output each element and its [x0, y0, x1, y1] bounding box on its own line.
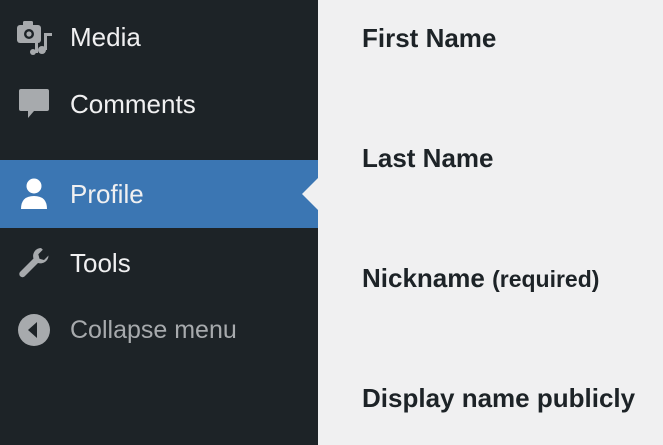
sidebar-item-label: Media	[70, 22, 141, 52]
sidebar-item-tools[interactable]: Tools	[0, 241, 318, 285]
wrench-icon	[14, 243, 54, 283]
sidebar-item-label: Tools	[70, 248, 131, 278]
collapse-menu-label: Collapse menu	[70, 316, 237, 344]
comment-bubble-icon	[14, 84, 54, 124]
user-icon	[14, 174, 54, 214]
sidebar-item-media[interactable]: Media	[0, 15, 318, 59]
admin-sidebar: Media Comments Profile Tools Collapse me…	[0, 0, 318, 445]
nickname-label-text: Nickname	[362, 263, 485, 293]
sidebar-item-label: Profile	[70, 179, 144, 209]
media-icon	[14, 17, 54, 57]
display-name-label: Display name publicly	[362, 383, 636, 413]
profile-page: Media Comments Profile Tools Collapse me…	[0, 0, 663, 445]
sidebar-item-comments[interactable]: Comments	[0, 82, 318, 126]
current-page-indicator	[302, 178, 318, 210]
collapse-menu-button[interactable]: Collapse menu	[0, 308, 318, 352]
first-name-label: First Name	[362, 23, 497, 53]
required-indicator: (required)	[492, 266, 600, 292]
sidebar-item-label: Comments	[70, 89, 196, 119]
sidebar-item-profile[interactable]: Profile	[0, 160, 318, 228]
last-name-label: Last Name	[362, 143, 494, 173]
nickname-label: Nickname (required)	[362, 263, 599, 294]
profile-form: First Name Last Name Nickname (required)…	[318, 0, 663, 445]
collapse-arrow-icon	[14, 310, 54, 350]
